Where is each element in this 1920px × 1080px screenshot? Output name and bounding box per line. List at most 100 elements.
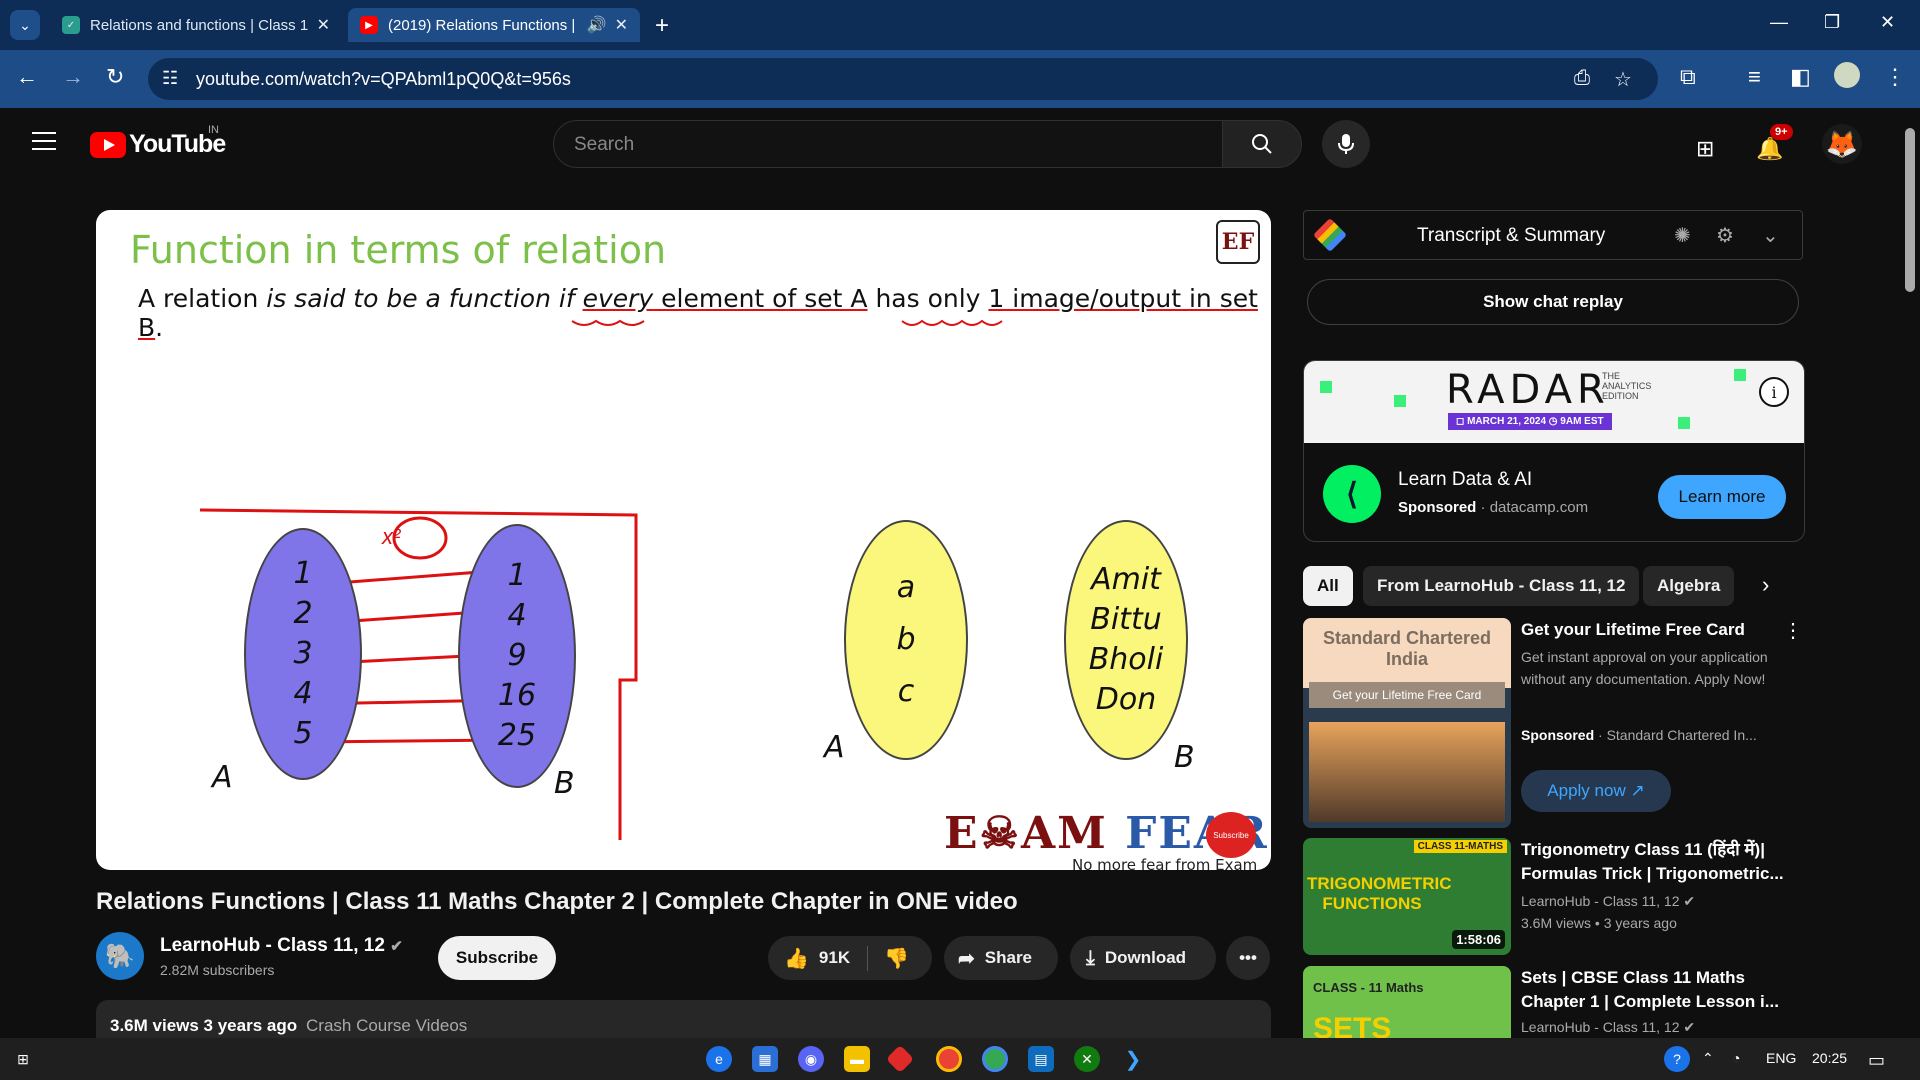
side-panel-icon[interactable]: ◧ (1790, 64, 1811, 90)
chrome-menu-icon[interactable]: ⋮ (1884, 64, 1906, 90)
reload-icon[interactable]: ↻ (106, 64, 124, 90)
share-button[interactable]: ➦ Share (944, 936, 1058, 980)
recommendation-title[interactable]: Trigonometry Class 11 (हिंदी में)| Formu… (1521, 838, 1791, 886)
discord-icon[interactable]: ◉ (798, 1046, 824, 1072)
set-element: 25 (497, 718, 537, 753)
transcript-summary-panel[interactable]: Transcript & Summary ✺ ⚙ ⌄ (1303, 210, 1803, 260)
more-actions-button[interactable]: ••• (1226, 936, 1270, 980)
video-thumbnail[interactable]: CLASS 11-MATHS TRIGONOMETRIC FUNCTIONS 1… (1303, 838, 1511, 955)
openai-icon[interactable]: ✺ (1674, 223, 1691, 248)
ad-banner[interactable]: RADAR THE ANALYTICS EDITION ◻ MARCH 21, … (1304, 361, 1804, 443)
chevron-down-icon[interactable]: ⌄ (1762, 223, 1779, 248)
dislike-button[interactable]: 👎 (868, 946, 909, 971)
search-button[interactable] (1222, 120, 1302, 168)
xbox-icon[interactable]: ✕ (1074, 1046, 1100, 1072)
help-icon[interactable]: ? (1664, 1046, 1690, 1072)
subscribe-button[interactable]: Subscribe (438, 936, 556, 980)
show-chat-replay-button[interactable]: Show chat replay (1307, 279, 1799, 325)
bookmark-star-icon[interactable]: ☆ (1614, 67, 1632, 92)
download-button[interactable]: ⤓ Download (1070, 936, 1216, 980)
more-vertical-icon[interactable]: ⋮ (1783, 618, 1803, 643)
browser-tab-2[interactable]: ▶ (2019) Relations Functions | 🔊 ✕ (348, 8, 640, 42)
address-bar[interactable]: ☷ youtube.com/watch?v=QPAbml1pQ0Q&t=956s… (148, 58, 1658, 100)
file-explorer-icon[interactable]: ▬ (844, 1046, 870, 1072)
tab-search-dropdown[interactable]: ⌄ (10, 10, 40, 40)
site-info-icon[interactable]: ☷ (162, 68, 178, 89)
chevron-right-icon[interactable]: › (1762, 572, 1769, 598)
set-element: Amit (1091, 562, 1161, 597)
like-button[interactable]: 👍 91K (768, 945, 868, 971)
page-scrollbar[interactable] (1900, 108, 1920, 1038)
set-b-label: B (1174, 740, 1195, 775)
account-avatar[interactable]: 🦊 (1822, 124, 1862, 164)
wifi-icon[interactable]: ◔ (1732, 1050, 1740, 1066)
chip-all[interactable]: All (1303, 566, 1353, 606)
calculator-icon[interactable]: ▤ (1028, 1046, 1054, 1072)
recommendation-title[interactable]: Get your Lifetime Free Card (1521, 618, 1791, 642)
recommendation-title[interactable]: Sets | CBSE Class 11 Maths Chapter 1 | C… (1521, 966, 1791, 1014)
chrome-profile-icon[interactable] (982, 1046, 1008, 1072)
audio-playing-icon[interactable]: 🔊 (587, 15, 607, 35)
channel-avatar[interactable]: 🐘 (96, 932, 144, 980)
settings-gear-icon[interactable]: ⚙ (1716, 223, 1734, 248)
video-tag[interactable]: Crash Course Videos (306, 1016, 467, 1036)
learn-more-button[interactable]: Learn more (1658, 475, 1786, 519)
window-close-icon[interactable]: ✕ (1880, 12, 1895, 33)
recommendation-channel[interactable]: LearnoHub - Class 11, 12 ✔ (1521, 890, 1695, 912)
chip-algebra[interactable]: Algebra (1643, 566, 1735, 606)
back-icon[interactable]: ← (16, 64, 38, 90)
recommendation-meta: 3.6M views • 3 years ago (1521, 915, 1677, 931)
sponsored-ad-card[interactable]: RADAR THE ANALYTICS EDITION ◻ MARCH 21, … (1303, 360, 1805, 542)
extensions-icon[interactable]: ⧉ (1680, 64, 1696, 90)
youtube-play-icon (90, 131, 126, 158)
video-thumbnail[interactable]: Standard Chartered India Get your Lifeti… (1303, 618, 1511, 828)
chip-from-channel[interactable]: From LearnoHub - Class 11, 12 (1363, 566, 1640, 606)
youtube-favicon-icon: ▶ (360, 16, 378, 34)
url-text[interactable]: youtube.com/watch?v=QPAbml1pQ0Q&t=956s (196, 69, 571, 90)
ad-title[interactable]: Learn Data & AI (1398, 469, 1532, 491)
ad-info-icon[interactable]: i (1759, 377, 1789, 407)
notifications-center-icon[interactable]: ▭ (1868, 1050, 1885, 1071)
media-controls-icon[interactable]: ≡ (1748, 64, 1761, 90)
close-tab-icon[interactable]: ✕ (317, 15, 330, 35)
anydesk-icon[interactable] (885, 1044, 915, 1074)
guide-menu-icon[interactable] (32, 132, 56, 150)
restore-icon[interactable]: ❐ (1824, 12, 1840, 33)
minimize-icon[interactable]: — (1770, 12, 1788, 33)
search-input[interactable] (554, 121, 1222, 169)
edge-icon[interactable]: e (706, 1046, 732, 1072)
video-thumbnail[interactable]: CLASS - 11 Maths SETS (1303, 966, 1511, 1038)
voice-search-button[interactable] (1322, 120, 1370, 168)
vscode-icon[interactable]: ❯ (1120, 1046, 1146, 1072)
new-tab-icon[interactable]: + (655, 12, 669, 40)
profile-avatar[interactable] (1834, 62, 1860, 88)
recommendation-item[interactable]: CLASS 11-MATHS TRIGONOMETRIC FUNCTIONS 1… (1303, 838, 1808, 958)
clock[interactable]: 20:25 (1812, 1050, 1847, 1066)
video-player[interactable]: Function in terms of relation A relation… (96, 210, 1271, 870)
recommendation-item[interactable]: Standard Chartered India Get your Lifeti… (1303, 618, 1808, 828)
chrome-icon[interactable] (936, 1046, 962, 1072)
channel-name-text[interactable]: LearnoHub - Class 11, 12 (160, 935, 385, 956)
subscribe-watermark[interactable]: Subscribe (1206, 812, 1256, 858)
browser-tab-1[interactable]: ✓ Relations and functions | Class 1 ✕ (50, 8, 342, 42)
chevron-up-icon[interactable]: ⌃ (1702, 1050, 1714, 1067)
windows-start-icon[interactable]: ⊞ (10, 1046, 36, 1072)
set-element: Don (1095, 682, 1157, 717)
apply-now-button[interactable]: Apply now ↗ (1521, 770, 1671, 812)
store-icon[interactable]: ▦ (752, 1046, 778, 1072)
forward-icon[interactable]: → (62, 64, 84, 90)
channel-text[interactable]: LearnoHub - Class 11, 12 (1521, 893, 1680, 909)
create-video-icon[interactable]: ⊞ (1696, 136, 1714, 162)
youtube-logo[interactable]: YouTube (90, 130, 226, 159)
set-element: 4 (293, 676, 313, 711)
scrollbar-thumb[interactable] (1905, 128, 1915, 292)
channel-name[interactable]: LearnoHub - Class 11, 12 ✔ (160, 935, 403, 957)
close-tab-icon[interactable]: ✕ (615, 15, 628, 35)
recommendation-channel[interactable]: LearnoHub - Class 11, 12 ✔ (1521, 1016, 1695, 1038)
recommendation-item[interactable]: CLASS - 11 Maths SETS Sets | CBSE Class … (1303, 966, 1808, 1038)
search-box[interactable] (553, 120, 1223, 169)
language-indicator[interactable]: ENG (1766, 1050, 1796, 1066)
install-app-icon[interactable]: ⎙ (1574, 67, 1590, 90)
like-dislike-group: 👍 91K 👎 (768, 936, 932, 980)
channel-text[interactable]: LearnoHub - Class 11, 12 (1521, 1019, 1680, 1035)
